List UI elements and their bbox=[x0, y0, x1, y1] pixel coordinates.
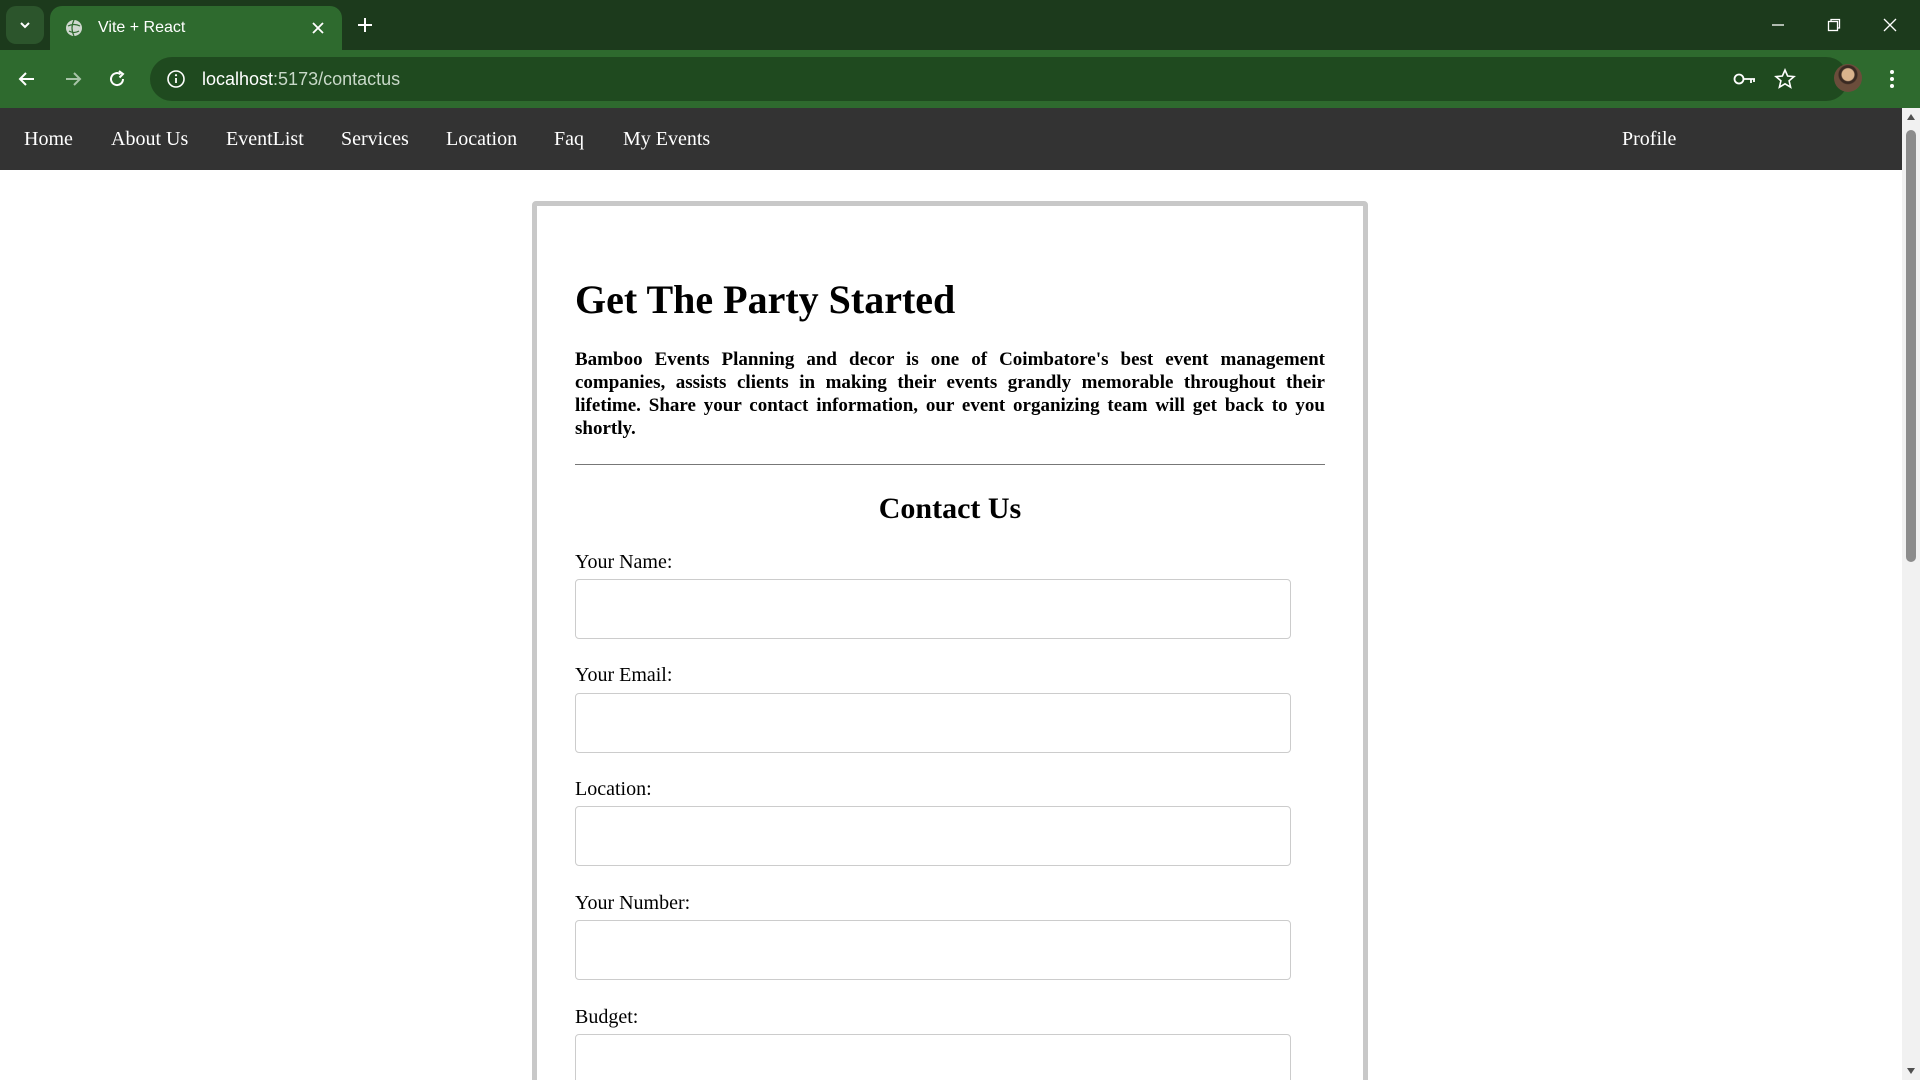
close-icon[interactable] bbox=[308, 18, 328, 38]
name-input[interactable] bbox=[575, 579, 1291, 639]
nav-link-services[interactable]: Services bbox=[341, 128, 409, 151]
browser-tab[interactable]: Vite + React bbox=[50, 6, 342, 50]
reload-icon[interactable] bbox=[100, 62, 134, 96]
profile-avatar[interactable] bbox=[1834, 64, 1862, 92]
minimize-icon[interactable] bbox=[1750, 0, 1806, 50]
number-label: Your Number: bbox=[575, 892, 691, 914]
password-key-icon[interactable] bbox=[1732, 66, 1758, 92]
email-label: Your Email: bbox=[575, 664, 673, 686]
nav-link-profile[interactable]: Profile bbox=[1622, 128, 1676, 151]
globe-icon bbox=[64, 18, 84, 38]
nav-link-location[interactable]: Location bbox=[446, 128, 517, 151]
tab-search-button[interactable] bbox=[6, 6, 44, 44]
location-input[interactable] bbox=[575, 806, 1291, 866]
browser-toolbar: localhost:5173/contactus bbox=[0, 50, 1920, 108]
page-title: Get The Party Started bbox=[575, 277, 956, 322]
scroll-up-arrow-icon[interactable] bbox=[1902, 108, 1920, 126]
site-navbar: Home About Us EventList Services Locatio… bbox=[0, 108, 1902, 170]
intro-paragraph: Bamboo Events Planning and decor is one … bbox=[575, 349, 1325, 439]
plus-icon[interactable] bbox=[352, 12, 378, 38]
chevron-down-icon bbox=[20, 22, 30, 29]
location-label: Location: bbox=[575, 778, 652, 800]
url-path: :5173/contactus bbox=[273, 68, 401, 89]
nav-link-my-events[interactable]: My Events bbox=[623, 128, 710, 151]
browser-tab-strip: Vite + React bbox=[0, 0, 1920, 50]
site-info-icon[interactable] bbox=[164, 67, 188, 91]
contact-card: Get The Party Started Bamboo Events Plan… bbox=[532, 201, 1368, 1080]
divider bbox=[575, 464, 1325, 465]
url-host: localhost bbox=[202, 68, 274, 89]
number-input[interactable] bbox=[575, 920, 1291, 980]
nav-link-about-us[interactable]: About Us bbox=[111, 128, 188, 151]
back-arrow-icon[interactable] bbox=[10, 62, 44, 96]
scroll-thumb[interactable] bbox=[1906, 130, 1916, 562]
kebab-menu-icon[interactable] bbox=[1878, 64, 1906, 94]
restore-icon[interactable] bbox=[1806, 0, 1862, 50]
forward-arrow-icon[interactable] bbox=[56, 62, 90, 96]
nav-link-faq[interactable]: Faq bbox=[554, 128, 584, 151]
email-input[interactable] bbox=[575, 693, 1291, 753]
nav-link-eventlist[interactable]: EventList bbox=[226, 128, 304, 151]
nav-link-home[interactable]: Home bbox=[24, 128, 73, 151]
budget-input[interactable] bbox=[575, 1034, 1291, 1080]
page-scrollbar[interactable] bbox=[1902, 108, 1920, 1080]
contact-heading: Contact Us bbox=[878, 492, 1022, 525]
name-label: Your Name: bbox=[575, 551, 673, 573]
close-window-icon[interactable] bbox=[1862, 0, 1918, 50]
scroll-down-arrow-icon[interactable] bbox=[1902, 1062, 1920, 1080]
budget-label: Budget: bbox=[575, 1006, 639, 1028]
address-bar[interactable]: localhost:5173/contactus bbox=[150, 57, 1848, 101]
bookmark-star-icon[interactable] bbox=[1772, 66, 1798, 92]
tab-title: Vite + React bbox=[98, 19, 186, 36]
